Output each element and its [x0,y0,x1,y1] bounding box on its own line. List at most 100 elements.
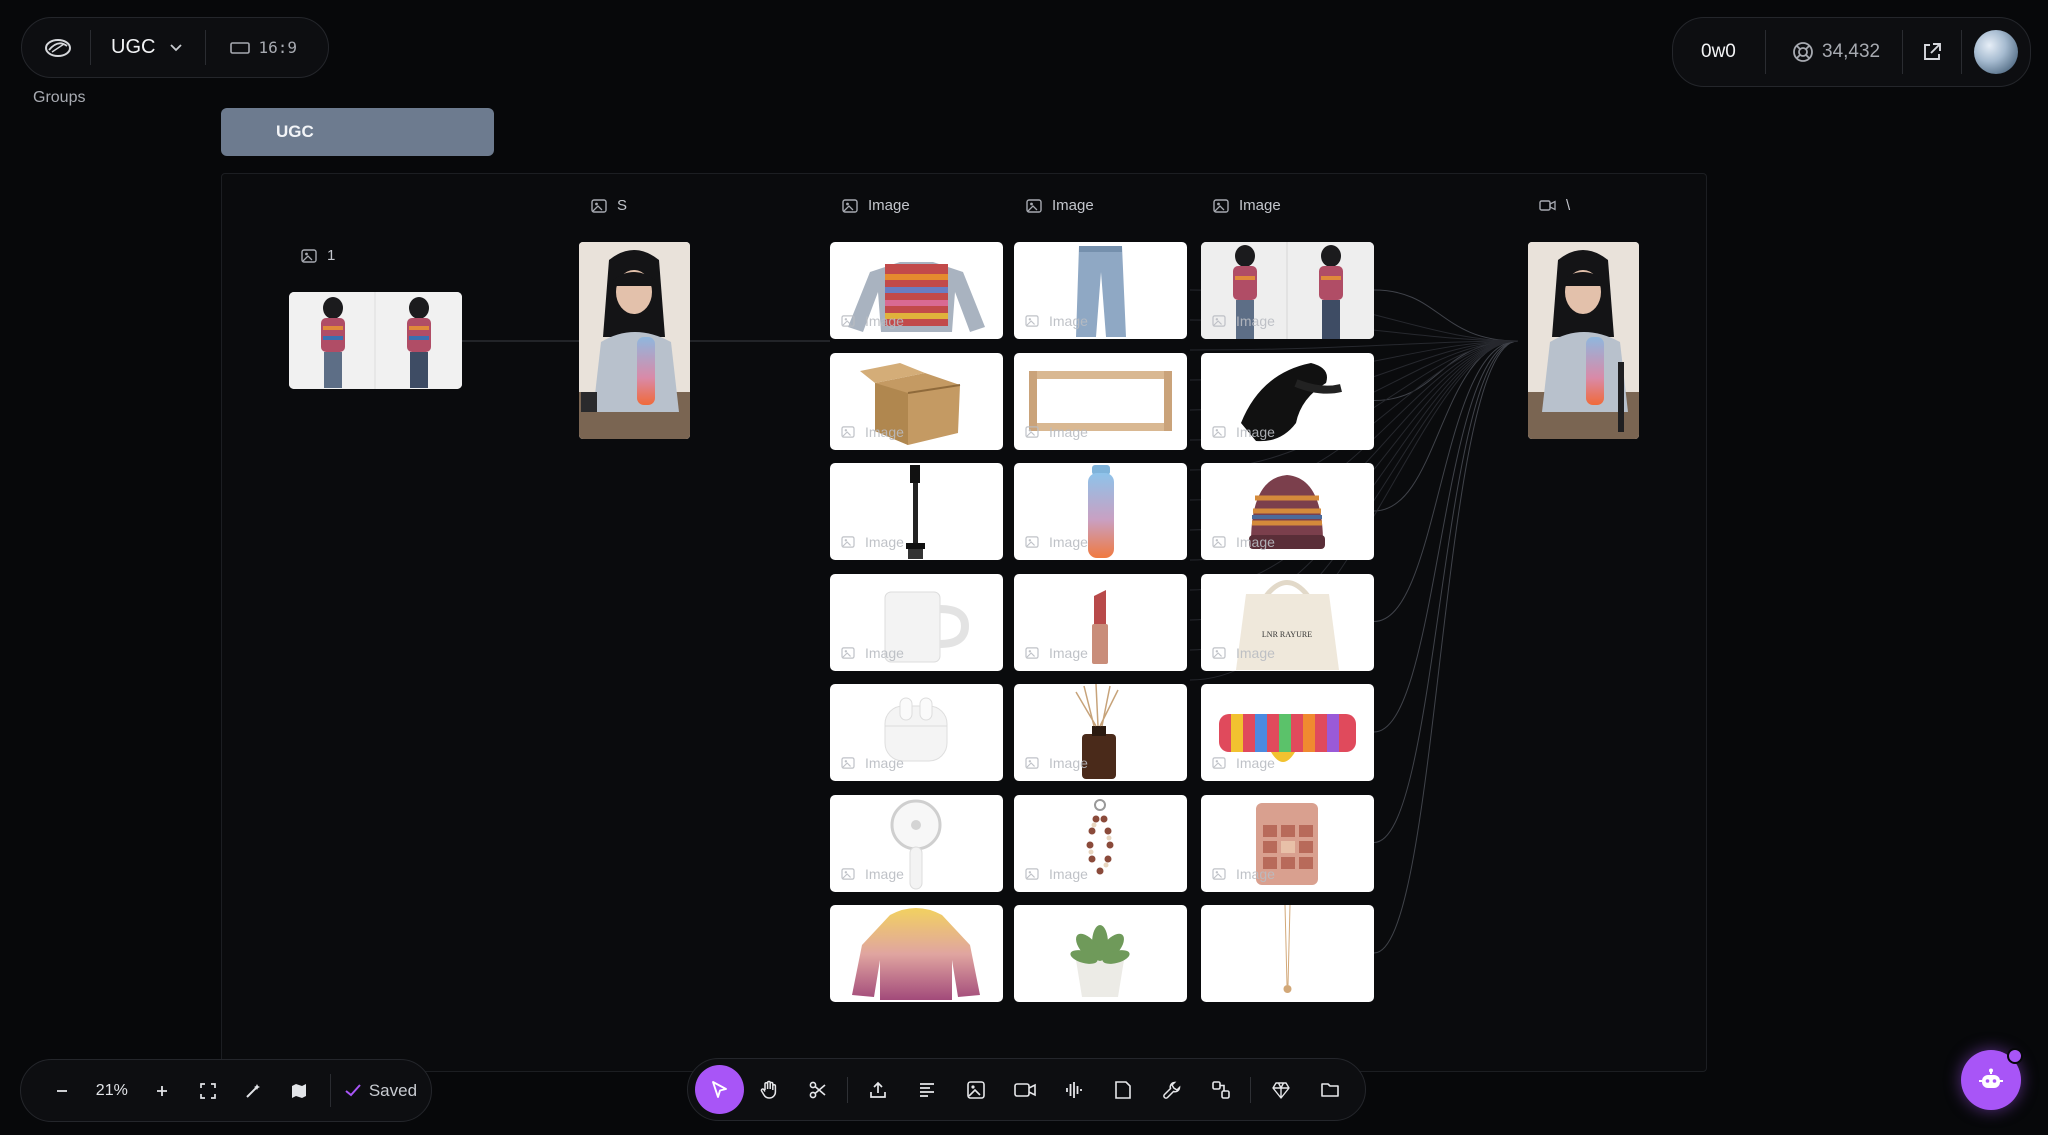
avatar[interactable] [1974,30,2019,74]
product-tile-striped-socks[interactable]: Image [1201,684,1374,781]
save-status: Saved [345,1081,417,1101]
image-tool-button[interactable] [951,1065,1000,1114]
hand-tool-button[interactable] [744,1065,793,1114]
upload-tool-button[interactable] [853,1065,902,1114]
credits-balance: 34,432 [1822,41,1881,62]
tile-watermark: Image [841,534,904,550]
image-icon [841,757,855,769]
check-icon [345,1084,361,1097]
person-node-title: S [617,197,628,214]
image-icon [841,646,855,659]
person-image[interactable] [579,242,690,439]
wrench-tool-button[interactable] [1147,1065,1196,1114]
aspect-ratio-value[interactable]: 16:9 [258,38,297,57]
zoom-out-button[interactable] [39,1071,85,1111]
product-tile-white-mug[interactable]: Image [830,573,1003,671]
note-icon [1114,1080,1131,1099]
video-icon [1013,1082,1036,1097]
text-tool-button[interactable] [902,1065,951,1114]
hand-icon [760,1080,776,1099]
fit-screen-icon[interactable] [185,1071,231,1111]
chevron-down-icon[interactable] [169,43,183,53]
product-tile-two-model-photo[interactable]: Image [1201,242,1374,339]
video-tool-button[interactable] [1000,1065,1049,1114]
person-node-label: S [591,197,627,214]
product-tile-phone-stand[interactable]: Image [830,463,1003,560]
tile-watermark: Image [1212,534,1275,550]
product-tile-striped-crop-top[interactable]: Image [830,242,1003,339]
image-icon [841,315,855,327]
product-tile-eyeshadow-palette[interactable]: Image [1201,794,1374,892]
folder-icon [1320,1082,1339,1097]
product-tile-jeans[interactable]: Image [1014,242,1187,339]
tile-watermark: Image [1212,645,1275,661]
audio-wave-icon [1065,1081,1082,1098]
project-pill: UGC 16:9 [21,17,329,78]
product-tile-knit-beanie[interactable]: Image [1201,463,1374,560]
product-tile-beaded-phone-strap[interactable]: Image [1014,794,1187,892]
video-output[interactable] [1528,242,1639,439]
video-node-title: \ [1566,197,1571,214]
folder-tool-button[interactable] [1305,1065,1354,1114]
tile-watermark: Image [1025,424,1088,440]
image-icon [1025,867,1039,880]
scissors-tool-button[interactable] [793,1065,842,1114]
upload-icon [869,1081,886,1098]
product-tile-cardboard-box[interactable]: Image [830,352,1003,450]
tile-watermark: Image [1212,424,1275,440]
zoom-level[interactable]: 21% [85,1082,139,1100]
assistant-button[interactable] [1961,1048,2023,1110]
tote-brand-text: LNR RAYURE [1262,630,1312,639]
tile-watermark: Image [1212,313,1275,329]
image-icon [1212,425,1226,438]
column-label-2: Image [1026,197,1094,214]
gem-icon [1271,1081,1290,1099]
text-lines-icon [919,1082,934,1097]
product-tile-hair-clip[interactable]: Image [1201,352,1374,450]
tool-toolbar [687,1058,1366,1121]
succulent-pot-image [1070,925,1130,997]
aspect-ratio-icon[interactable] [230,41,251,55]
product-tile-ombre-hoodie[interactable] [830,905,1003,1002]
note-tool-button[interactable] [1098,1065,1147,1114]
product-tile-handheld-fan[interactable]: Image [830,794,1003,892]
select-tool-button[interactable] [695,1065,744,1114]
zoom-in-button[interactable] [139,1071,185,1111]
username[interactable]: 0w0 [1701,41,1761,63]
reference-node-title: 1 [327,247,336,264]
account-pill: 0w0 34,432 [1672,17,2031,87]
product-tile-succulent-pot[interactable] [1014,905,1187,1002]
audio-tool-button[interactable] [1049,1065,1098,1114]
magic-wand-icon[interactable] [230,1071,276,1111]
image-icon [301,248,317,263]
reference-image[interactable] [289,292,462,389]
cursor-icon [711,1080,727,1098]
product-tile-pendant-necklace[interactable] [1201,905,1374,1002]
project-name[interactable]: UGC [111,36,155,59]
image-icon [1026,198,1042,213]
product-tile-canvas-tote[interactable]: LNR RAYURE Image [1201,573,1374,671]
image-icon [1213,198,1229,213]
tile-watermark: Image [1025,645,1088,661]
external-link-icon[interactable] [1921,41,1943,63]
gem-tool-button[interactable] [1256,1065,1305,1114]
connect-nodes-icon [1211,1080,1230,1099]
product-tile-reed-diffuser[interactable]: Image [1014,684,1187,781]
image-icon [1025,536,1039,548]
product-tile-wooden-shelf[interactable]: Image [1014,352,1187,450]
image-icon [1212,536,1226,548]
group-tab[interactable]: UGC [221,108,494,156]
image-icon [1212,867,1226,880]
reference-node-label: 1 [301,247,335,264]
image-icon [841,536,855,548]
brand-logo-icon[interactable] [44,37,72,59]
minimap-icon[interactable] [276,1071,322,1111]
connect-tool-button[interactable] [1196,1065,1245,1114]
product-tile-gradient-water-bottle[interactable]: Image [1014,463,1187,560]
pendant-necklace-image [1283,905,1292,993]
tile-watermark: Image [841,755,904,771]
notification-dot [2007,1048,2023,1064]
product-tile-lipstick[interactable]: Image [1014,573,1187,671]
zoom-controls: 21% Saved [20,1059,432,1122]
product-tile-earbuds-case[interactable]: Image [830,684,1003,781]
